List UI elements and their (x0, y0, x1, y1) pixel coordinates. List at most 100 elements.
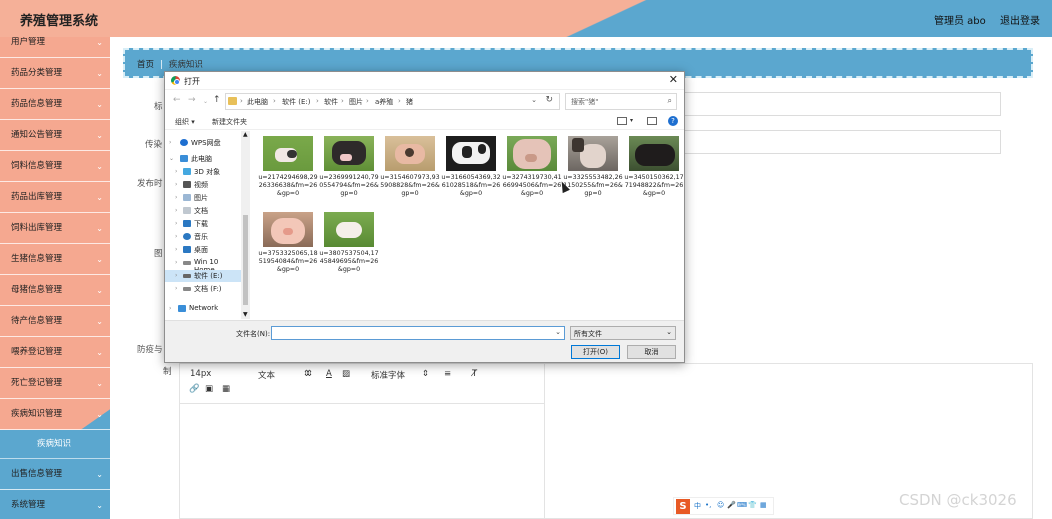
sidebar-item-disease-knowledge[interactable]: 疾病知识管理 ⌄ (0, 399, 110, 430)
file-item[interactable]: u=2174294698,2926336638&fm=26&gp=0 (257, 132, 319, 210)
text-type-select[interactable]: 文本 (258, 369, 275, 381)
tree-item-network[interactable]: › Network (165, 303, 241, 315)
toolbox-icon[interactable]: ▦ (760, 501, 767, 509)
sidebar-item-notice[interactable]: 通知公告管理 ⌄ (0, 120, 110, 151)
tree-item-documents[interactable]: › 文档 (165, 205, 241, 217)
organize-button[interactable]: 组织 ▾ (175, 117, 195, 127)
tree-item-downloads[interactable]: › 下载 (165, 218, 241, 230)
link-icon[interactable]: 🔗 (189, 384, 200, 394)
path-segment[interactable]: 猪 (406, 97, 413, 107)
path-segment[interactable]: 软件 (E:) (282, 97, 310, 107)
current-user-label: 管理员 abo (934, 16, 986, 27)
file-item[interactable]: u=2369991240,790554794&fm=26&gp=0 (318, 132, 380, 210)
punctuation-icon[interactable]: •, (705, 501, 711, 509)
file-item[interactable]: u=3807537504,1745849695&fm=26&gp=0 (318, 208, 380, 286)
file-item[interactable]: u=3450150362,1771948822&fm=26&gp=0 (623, 132, 685, 210)
view-options-icon[interactable] (617, 117, 627, 125)
contagious-input[interactable] (684, 130, 1001, 154)
tree-item-wps[interactable]: › WPS网盘 (165, 137, 241, 149)
font-size-select[interactable]: 14px (190, 369, 211, 379)
tree-scrollbar[interactable]: ▲ ▼ (241, 131, 250, 319)
sidebar-item-user[interactable]: 用户管理 ⌄ (0, 37, 110, 58)
font-family-select[interactable]: 标准字体 (371, 369, 405, 381)
tree-item-desktop[interactable]: › 桌面 (165, 244, 241, 256)
scrollbar-thumb[interactable] (243, 215, 248, 305)
path-segment[interactable]: 软件 (324, 97, 338, 107)
align-icon[interactable]: ≡ (444, 369, 451, 379)
sidebar-item-sow-info[interactable]: 母猪信息管理 ⌄ (0, 275, 110, 306)
sidebar-subitem-disease-knowledge[interactable]: 疾病知识 (0, 430, 110, 459)
tree-item-drive-e[interactable]: › 软件 (E:) (165, 270, 241, 282)
chevron-down-icon[interactable]: ⌄ (555, 328, 561, 336)
refresh-icon[interactable]: ↻ (545, 95, 553, 105)
tree-item-drive-f[interactable]: › 文档 (F:) (165, 283, 241, 295)
ime-language[interactable]: 中 (694, 501, 701, 511)
tree-item-this-pc[interactable]: ⌄ 此电脑 (165, 153, 241, 165)
breadcrumb-home[interactable]: 首页 (137, 60, 154, 70)
emoji-icon[interactable]: ☺ (717, 501, 724, 509)
sogou-logo-icon[interactable]: S (676, 499, 690, 514)
sidebar-item-death-record[interactable]: 死亡登记管理 ⌄ (0, 368, 110, 399)
highlight-icon[interactable]: ▨ (342, 369, 350, 379)
clear-format-icon[interactable]: T̸ (472, 369, 477, 379)
keyboard-icon[interactable]: ⌨ (737, 501, 747, 509)
ime-toolbar: S 中 •, ☺ 🎤 ⌨ 👕 ▦ (673, 497, 774, 515)
chevron-down-icon[interactable]: ⌄ (531, 96, 537, 104)
microphone-icon[interactable]: 🎤 (727, 501, 736, 509)
sidebar-item-sales-info[interactable]: 出售信息管理 ⌄ (0, 459, 110, 490)
search-input[interactable]: 搜索"猪" ⌕ (565, 93, 677, 110)
filetype-select[interactable]: 所有文件 ⌄ (570, 326, 676, 340)
path-segment[interactable]: 图片 (349, 97, 363, 107)
sidebar-item-feeding-record[interactable]: 喂养登记管理 ⌄ (0, 337, 110, 368)
sidebar-item-delivery-info[interactable]: 待产信息管理 ⌄ (0, 306, 110, 337)
tree-item-video[interactable]: › 视频 (165, 179, 241, 191)
sidebar-item-drug-info[interactable]: 药品信息管理 ⌄ (0, 89, 110, 120)
chevron-right-icon: › (175, 233, 178, 240)
path-segment[interactable]: 此电脑 (247, 97, 268, 107)
file-item[interactable]: u=3325553482,261150255&fm=26&gp=0 (562, 132, 624, 210)
scroll-down-icon[interactable]: ▼ (243, 311, 248, 318)
file-item[interactable]: u=3166054369,3261028518&fm=26&gp=0 (440, 132, 502, 210)
sidebar-item-hog-info[interactable]: 生猪信息管理 ⌄ (0, 244, 110, 275)
address-bar[interactable]: › 此电脑 › 软件 (E:) › 软件 › 图片 › a养殖 › 猪 ⌄ ↻ (225, 93, 560, 110)
new-folder-button[interactable]: 新建文件夹 (212, 117, 247, 127)
path-segment[interactable]: a养殖 (375, 97, 393, 107)
open-button[interactable]: 打开(O) (571, 345, 620, 359)
scroll-up-icon[interactable]: ▲ (243, 131, 248, 138)
image-thumbnail (385, 136, 435, 171)
video-icon[interactable]: ▦ (222, 384, 230, 394)
sidebar-item-feed-outbound[interactable]: 饲料出库管理 ⌄ (0, 213, 110, 244)
chevron-down-icon[interactable]: ▾ (630, 117, 633, 124)
tree-item-label: 文档 (194, 207, 208, 215)
filename-input[interactable]: ⌄ (271, 326, 565, 340)
recent-dropdown-icon[interactable]: ⌄ (203, 98, 208, 105)
skin-icon[interactable]: 👕 (748, 501, 757, 509)
sidebar-item-drug-outbound[interactable]: 药品出库管理 ⌄ (0, 182, 110, 213)
help-icon[interactable]: ? (668, 116, 678, 126)
file-name: u=3154607973,935908828&fm=26&gp=0 (380, 174, 440, 197)
title-input[interactable] (684, 92, 1001, 116)
sidebar-item-feed-info[interactable]: 饲料信息管理 ⌄ (0, 151, 110, 182)
tree-item-pictures[interactable]: › 图片 (165, 192, 241, 204)
cancel-button[interactable]: 取消 (627, 345, 676, 359)
sidebar-item-drug-category[interactable]: 药品分类管理 ⌄ (0, 58, 110, 89)
close-icon[interactable]: ✕ (669, 73, 678, 86)
file-item[interactable]: u=3753325065,1851954084&fm=26&gp=0 (257, 208, 319, 286)
preview-pane-icon[interactable] (647, 117, 657, 125)
image-icon[interactable]: ▣ (205, 384, 213, 394)
back-icon[interactable]: ← (173, 95, 181, 105)
tree-item-3d[interactable]: › 3D 对象 (165, 166, 241, 178)
tree-item-music[interactable]: › 音乐 (165, 231, 241, 243)
rich-text-editor[interactable]: 14px ⇕ 文本 ⇕ A ▨ 标准字体 ⇕ ≡ T̸ 🔗 ▣ ▦ (179, 363, 545, 519)
chevron-down-icon: ⌄ (96, 224, 103, 233)
tree-item-win10[interactable]: ›Win 10 Home (165, 257, 241, 274)
forward-icon[interactable]: → (188, 95, 196, 105)
up-icon[interactable]: ↑ (213, 95, 221, 105)
computer-icon (180, 155, 188, 162)
file-item[interactable]: u=3274319730,4166994506&fm=26&gp=0 (501, 132, 563, 210)
file-item[interactable]: u=3154607973,935908828&fm=26&gp=0 (379, 132, 441, 210)
font-color-icon[interactable]: A (326, 369, 332, 379)
chevron-down-icon: ⌄ (96, 38, 103, 47)
logout-link[interactable]: 退出登录 (1000, 12, 1040, 27)
sidebar-item-system[interactable]: 系统管理 ⌄ (0, 490, 110, 519)
